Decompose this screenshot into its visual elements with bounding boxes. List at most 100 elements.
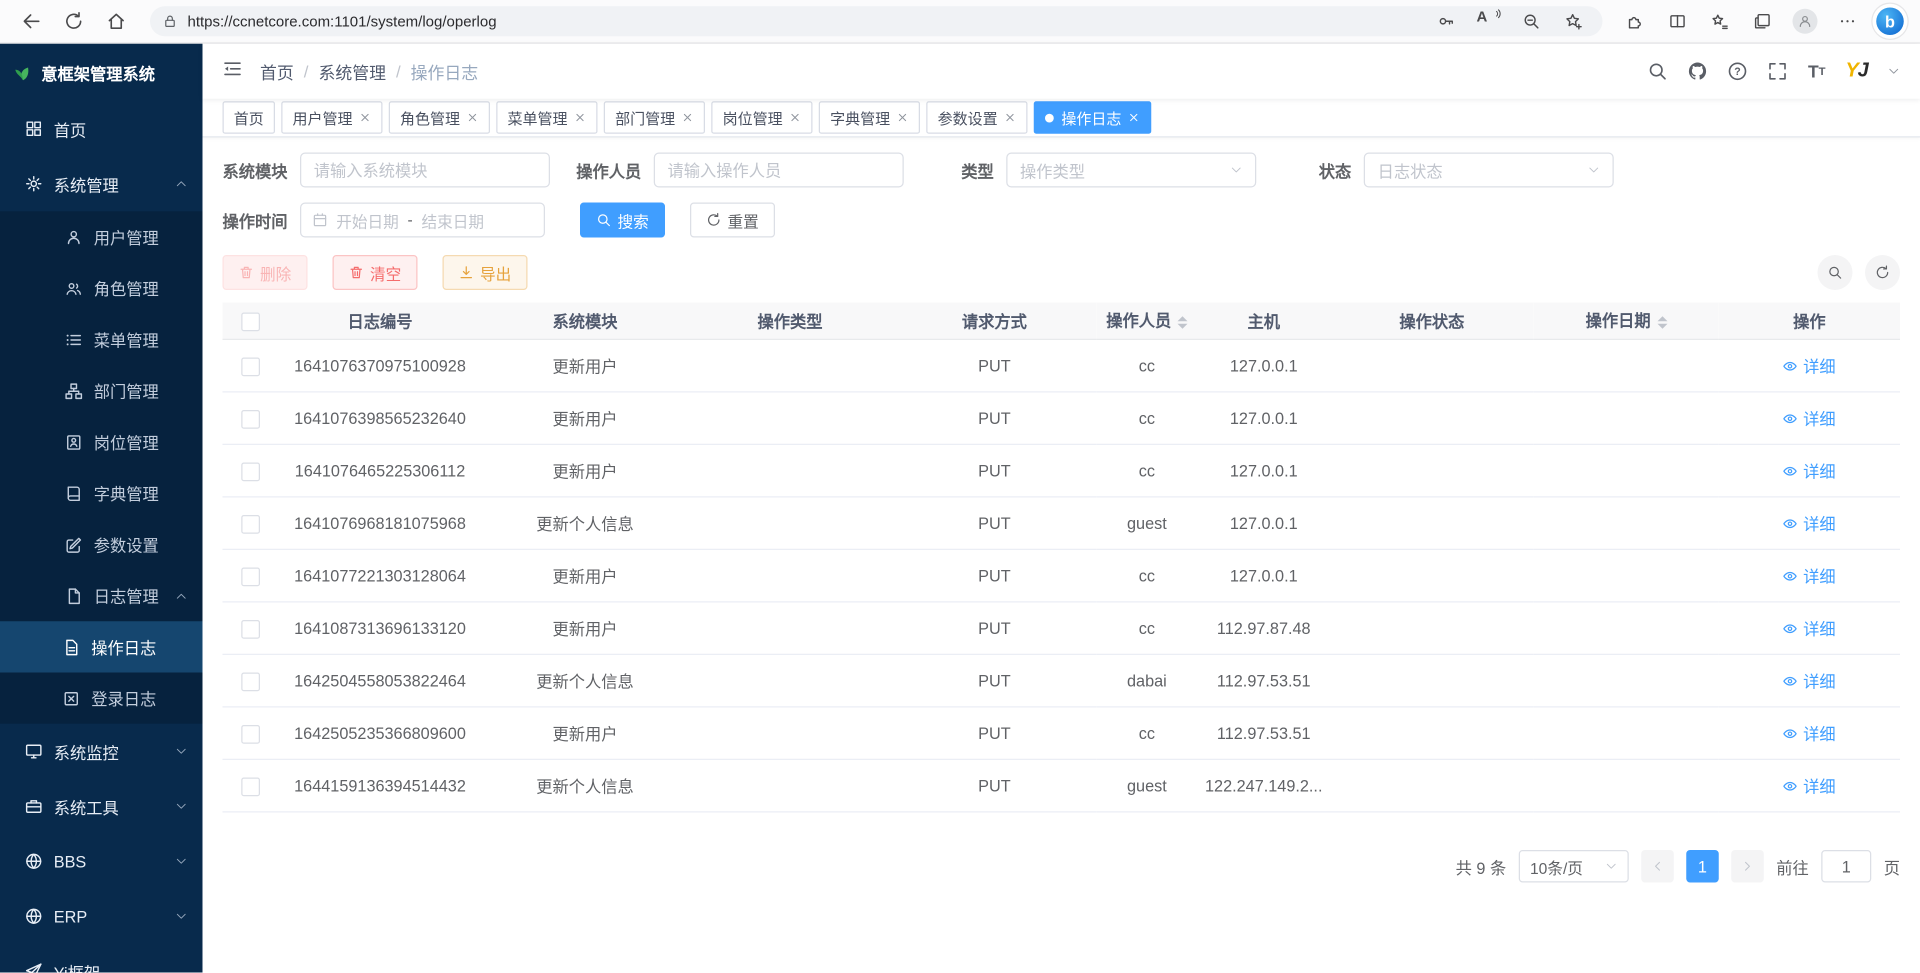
sidebar-item-operation-log[interactable]: 操作日志 [0,621,203,672]
profile-avatar[interactable] [1788,4,1823,39]
github-icon[interactable] [1688,61,1708,81]
tab-operation-log[interactable]: 操作日志 [1034,101,1152,134]
row-checkbox[interactable] [241,462,260,481]
tab-posts[interactable]: 岗位管理 [711,101,812,134]
detail-link[interactable]: 详细 [1783,406,1836,430]
detail-link[interactable]: 详细 [1783,459,1836,483]
show-search-icon-button[interactable] [1818,255,1853,290]
module-input[interactable] [300,153,550,188]
sidebar-item-login-log[interactable]: 登录日志 [0,673,203,724]
home-icon[interactable] [98,4,136,39]
tab-departments[interactable]: 部门管理 [604,101,705,134]
breadcrumb-home[interactable]: 首页 [260,59,294,84]
goto-page-input[interactable] [1821,850,1871,883]
collapse-sidebar-icon[interactable] [223,58,243,84]
tab-parameters[interactable]: 参数设置 [926,101,1027,134]
read-aloud-icon[interactable]: A [1473,8,1506,36]
favorites-bar-icon[interactable] [1703,4,1738,39]
tab-users[interactable]: 用户管理 [281,101,382,134]
row-checkbox[interactable] [241,409,260,428]
fullscreen-icon[interactable] [1768,61,1788,81]
tab-close-icon[interactable] [789,111,802,124]
detail-link[interactable]: 详细 [1783,774,1836,798]
clear-button[interactable]: 清空 [333,255,418,290]
select-all-checkbox[interactable] [241,312,260,331]
password-key-icon[interactable] [1430,8,1463,36]
row-checkbox[interactable] [241,357,260,376]
detail-link[interactable]: 详细 [1783,354,1836,378]
help-icon[interactable]: ? [1728,61,1748,81]
type-select[interactable]: 操作类型 [1006,153,1256,188]
row-checkbox[interactable] [241,619,260,638]
row-checkbox[interactable] [241,724,260,743]
sidebar-item-bbs[interactable]: BBS [0,834,203,889]
sidebar-item-home[interactable]: 首页 [0,101,203,156]
operator-input[interactable] [654,153,904,188]
row-checkbox[interactable] [241,672,260,691]
tab-close-icon[interactable] [1128,111,1141,124]
row-checkbox[interactable] [241,514,260,533]
search-icon[interactable] [1648,61,1668,81]
sidebar-item-monitoring[interactable]: 系统监控 [0,724,203,779]
sidebar-item-logs[interactable]: 日志管理 [0,570,203,621]
tab-dictionary[interactable]: 字典管理 [819,101,920,134]
detail-link[interactable]: 详细 [1783,669,1836,693]
sidebar-item-parameters[interactable]: 参数设置 [0,519,203,570]
tab-close-icon[interactable] [466,111,479,124]
sort-icons[interactable] [1178,311,1188,334]
avatar-dropdown-caret[interactable] [1888,65,1901,78]
page-1-button[interactable]: 1 [1686,850,1719,883]
sidebar-item-system[interactable]: 系统管理 [0,156,203,211]
page-size-select[interactable]: 10条/页 [1519,850,1629,883]
refresh-table-button[interactable] [1865,255,1900,290]
sidebar-item-dictionary[interactable]: 字典管理 [0,468,203,519]
sidebar-item-yi-framework[interactable]: Yi框架 [0,944,203,973]
tab-close-icon[interactable] [359,111,372,124]
extensions-icon[interactable] [1618,4,1653,39]
sidebar-item-erp[interactable]: ERP [0,889,203,944]
sidebar-item-tools[interactable]: 系统工具 [0,779,203,834]
tab-close-icon[interactable] [896,111,909,124]
export-button[interactable]: 导出 [443,255,528,290]
collections-icon[interactable] [1745,4,1780,39]
back-icon[interactable] [13,4,51,39]
detail-link[interactable]: 详细 [1783,721,1836,745]
reset-button[interactable]: 重置 [690,203,775,238]
reload-icon[interactable] [55,4,93,39]
sort-icons[interactable] [1657,311,1667,334]
sidebar-item-roles[interactable]: 角色管理 [0,263,203,314]
sidebar-item-users[interactable]: 用户管理 [0,211,203,262]
tab-close-icon[interactable] [681,111,694,124]
more-menu-icon[interactable] [1830,4,1865,39]
search-button[interactable]: 搜索 [580,203,665,238]
split-screen-icon[interactable] [1660,4,1695,39]
tab-close-icon[interactable] [574,111,587,124]
tab-menus[interactable]: 菜单管理 [496,101,597,134]
row-checkbox[interactable] [241,567,260,586]
row-checkbox[interactable] [241,777,260,796]
detail-link[interactable]: 详细 [1783,616,1836,640]
next-page-button[interactable] [1731,850,1764,883]
date-range-picker[interactable]: 开始日期 - 结束日期 [300,203,545,238]
address-bar[interactable]: https://ccnetcore.com:1101/system/log/op… [150,6,1603,36]
sidebar-item-posts[interactable]: 岗位管理 [0,416,203,467]
zoom-out-icon[interactable] [1515,8,1548,36]
select-all-header[interactable] [223,303,278,340]
detail-link[interactable]: 详细 [1783,564,1836,588]
sidebar-item-menus[interactable]: 菜单管理 [0,314,203,365]
sidebar-item-departments[interactable]: 部门管理 [0,365,203,416]
tab-home[interactable]: 首页 [223,101,276,134]
prev-page-button[interactable] [1641,850,1674,883]
add-favorite-icon[interactable] [1558,8,1591,36]
breadcrumb-system[interactable]: 系统管理 [318,59,386,84]
col-date-sortable[interactable]: 操作日期 [1534,303,1719,340]
detail-link[interactable]: 详细 [1783,511,1836,535]
font-size-icon[interactable]: TT [1808,61,1826,81]
bing-chat-icon[interactable]: b [1873,4,1908,39]
tab-close-icon[interactable] [1004,111,1017,124]
user-avatar[interactable]: YJ [1846,60,1868,83]
status-select[interactable]: 日志状态 [1364,153,1614,188]
tab-roles[interactable]: 角色管理 [389,101,490,134]
app-logo[interactable]: 意框架管理系统 [0,44,203,102]
col-operator-sortable[interactable]: 操作人员 [1096,303,1197,340]
